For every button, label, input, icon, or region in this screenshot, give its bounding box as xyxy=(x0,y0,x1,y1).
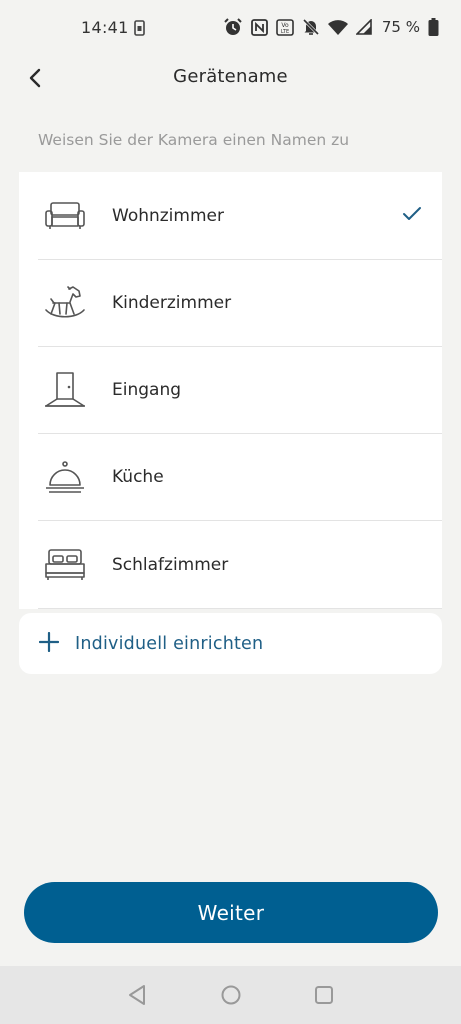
system-nav-bar xyxy=(0,966,461,1024)
nfc-icon xyxy=(250,18,268,36)
plus-icon xyxy=(38,631,60,656)
svg-text:Vo: Vo xyxy=(281,22,289,29)
room-label: Kinderzimmer xyxy=(112,292,232,313)
mute-icon xyxy=(302,18,320,36)
room-item-kueche[interactable]: Küche xyxy=(19,433,442,520)
custom-setup-label: Individuell einrichten xyxy=(75,633,264,654)
signal-icon xyxy=(355,19,372,35)
room-label: Wohnzimmer xyxy=(112,205,224,226)
door-icon xyxy=(43,370,87,410)
rocking-horse-icon xyxy=(43,283,87,323)
status-bar: 14:41 Vo LTE 75 % xyxy=(0,0,461,58)
recents-square-icon[interactable] xyxy=(314,984,334,1010)
home-circle-icon[interactable] xyxy=(220,984,242,1010)
room-label: Eingang xyxy=(112,379,182,400)
check-icon xyxy=(402,206,422,226)
status-time: 14:41 xyxy=(81,18,129,37)
subtitle: Weisen Sie der Kamera einen Namen zu xyxy=(38,131,350,149)
cloche-icon xyxy=(43,457,87,497)
volte-icon: Vo LTE xyxy=(276,18,294,36)
header: Gerätename xyxy=(0,58,461,98)
page-title: Gerätename xyxy=(173,66,288,87)
room-item-schlafzimmer[interactable]: Schlafzimmer xyxy=(19,520,442,609)
custom-setup-button[interactable]: Individuell einrichten xyxy=(19,613,442,674)
room-item-kinderzimmer[interactable]: Kinderzimmer xyxy=(19,259,442,346)
next-button[interactable]: Weiter xyxy=(24,882,438,943)
battery-icon xyxy=(428,18,439,36)
sim-icon xyxy=(134,20,145,40)
battery-percentage: 75 % xyxy=(381,18,420,36)
back-triangle-icon[interactable] xyxy=(127,984,147,1010)
alarm-icon xyxy=(223,17,243,37)
room-label: Küche xyxy=(112,466,164,487)
bed-icon xyxy=(43,545,87,585)
svg-text:LTE: LTE xyxy=(281,29,289,35)
wifi-icon xyxy=(327,19,348,35)
room-item-eingang[interactable]: Eingang xyxy=(19,346,442,433)
room-item-wohnzimmer[interactable]: Wohnzimmer xyxy=(19,172,442,259)
room-list: Wohnzimmer Kinderzimmer Eingang Küche Sc… xyxy=(19,172,442,609)
room-label: Schlafzimmer xyxy=(112,554,229,575)
sofa-icon xyxy=(43,196,87,236)
